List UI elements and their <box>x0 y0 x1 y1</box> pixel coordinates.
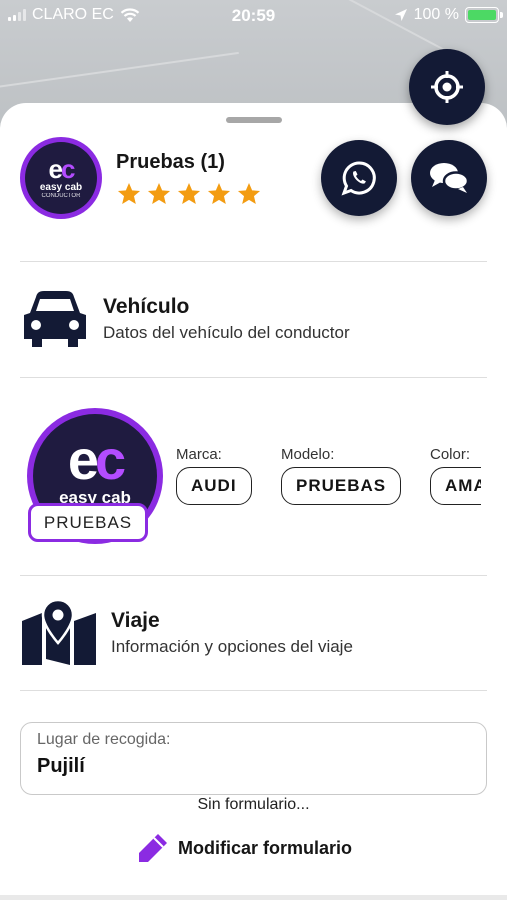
divider <box>20 261 487 262</box>
pickup-label: Lugar de recogida: <box>37 731 171 748</box>
location-arrow-icon <box>394 9 407 21</box>
driver-rating <box>116 181 262 207</box>
field-label: Marca: <box>176 446 222 463</box>
easy-cab-logo: ec easy cab CONDUCTOR <box>25 142 97 214</box>
bottom-strip <box>0 895 507 900</box>
driver-name: Pruebas (1) <box>116 151 225 173</box>
star-icon <box>177 182 201 204</box>
logo-mark: ec <box>48 154 76 184</box>
vehicle-section-subtitle: Datos del vehículo del conductor <box>103 323 350 342</box>
battery-icon <box>465 7 503 23</box>
battery-percent: 100 % <box>413 6 459 23</box>
map-pin-icon <box>22 599 96 665</box>
trip-details-sheet: ec easy cab CONDUCTOR Pruebas (1) Vehícu… <box>0 103 507 900</box>
trip-section-subtitle: Información y opciones del viaje <box>111 637 353 656</box>
status-right: 100 % <box>394 6 503 24</box>
pickup-location-field[interactable]: Lugar de recogida: Pujilí <box>20 722 487 795</box>
form-status-text: Sin formulario... <box>197 796 310 813</box>
divider <box>20 377 487 378</box>
pencil-icon <box>139 834 167 862</box>
battery-fill <box>468 10 496 20</box>
status-bar: CLARO EC 20:59 100 % <box>0 0 507 32</box>
chat-bubbles-icon <box>430 163 470 193</box>
field-label: Modelo: <box>281 446 335 463</box>
field-value-chip: PRUEBAS <box>281 467 402 505</box>
vehicle-section-title: Vehículo <box>103 295 190 318</box>
field-color: Color: AMARILLO <box>430 446 481 505</box>
field-model: Modelo: PRUEBAS <box>281 446 402 505</box>
whatsapp-button[interactable] <box>321 140 397 216</box>
plate-badge: PRUEBAS <box>28 503 148 542</box>
pickup-value: Pujilí <box>37 755 85 777</box>
star-icon <box>147 182 171 204</box>
field-value-chip: AUDI <box>176 467 252 505</box>
modify-form-label: Modificar formulario <box>178 837 353 858</box>
star-icon <box>237 182 261 204</box>
logo-mark: ec <box>67 428 126 491</box>
whatsapp-icon <box>341 161 376 196</box>
map-road <box>0 51 239 91</box>
star-icon <box>207 182 231 204</box>
field-label: Color: <box>430 446 471 463</box>
modify-form-button[interactable]: Modificar formulario <box>136 831 352 865</box>
divider <box>20 690 487 691</box>
chat-button[interactable] <box>411 140 487 216</box>
field-value-chip: AMARILLO <box>430 467 481 505</box>
recenter-location-button[interactable] <box>409 49 485 125</box>
sheet-grabber[interactable] <box>226 117 282 123</box>
divider <box>20 575 487 576</box>
star-icon <box>117 182 141 204</box>
field-brand: Marca: AUDI <box>176 446 252 505</box>
vehicle-fields[interactable]: Marca: AUDI Modelo: PRUEBAS Color: AMARI… <box>176 446 481 510</box>
crosshair-icon <box>431 71 463 103</box>
logo-subtitle: CONDUCTOR <box>41 193 81 199</box>
logo-name: easy cab <box>39 182 83 193</box>
trip-section-title: Viaje <box>111 609 160 632</box>
car-icon <box>24 291 86 347</box>
driver-avatar: ec easy cab CONDUCTOR <box>20 137 102 219</box>
